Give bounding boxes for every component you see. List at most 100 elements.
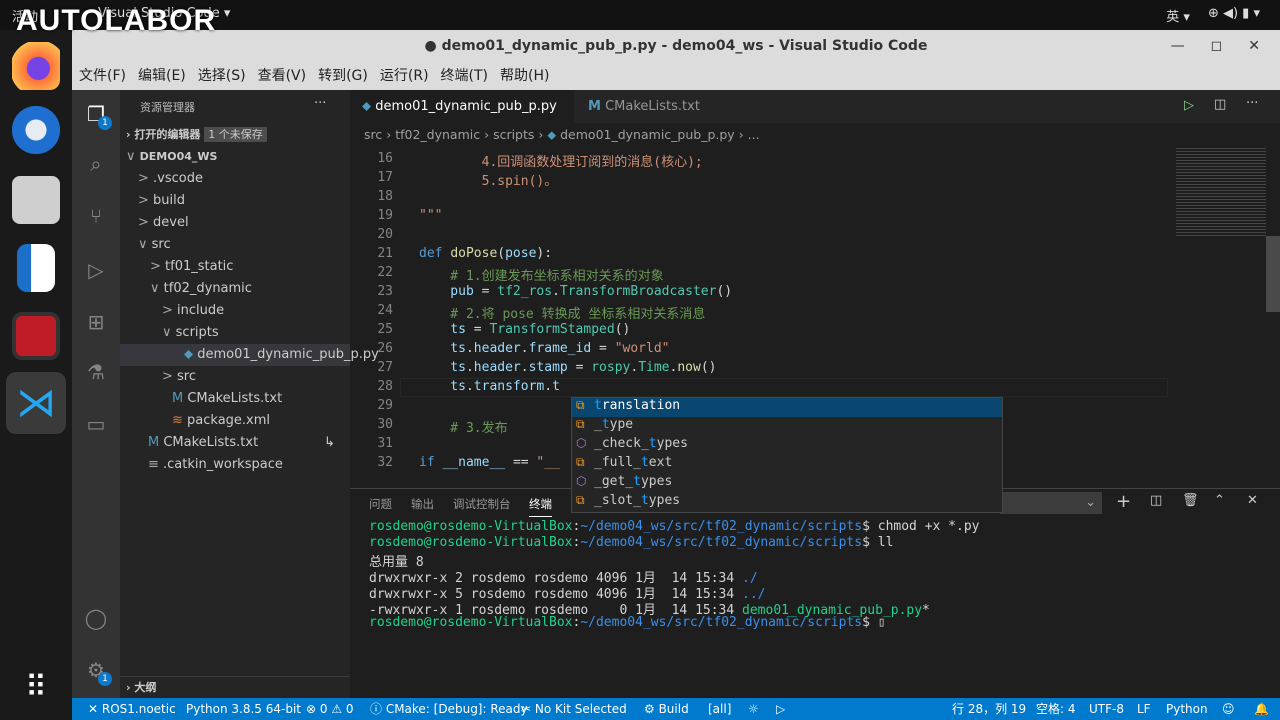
split-editor-button[interactable]: ◫ (1214, 97, 1226, 112)
debug-icon[interactable]: ☼ (748, 698, 759, 720)
indentation[interactable]: 空格: 4 (1036, 698, 1076, 720)
tree-item[interactable]: M CMakeLists.txt (120, 388, 350, 410)
maximize-panel-icon[interactable]: ⌃ (1214, 493, 1225, 508)
writer-icon[interactable] (17, 244, 55, 292)
close-window-button[interactable]: ✕ (1248, 30, 1260, 62)
menu-help[interactable]: 帮助(H) (500, 62, 549, 90)
line-ending[interactable]: LF (1137, 698, 1151, 720)
code-line[interactable]: 4.回调函数处理订阅到的消息(核心); (419, 151, 703, 170)
system-tray[interactable]: 英 ▾ ⊕ ◀) ▮ ▾ (1166, 6, 1260, 25)
minimize-button[interactable]: — (1171, 30, 1185, 62)
problems-count[interactable]: ⊗ 0 ⚠ 0 (306, 698, 354, 720)
code-line[interactable]: ts = TransformStamped() (419, 322, 630, 337)
python-interpreter[interactable]: Python 3.8.5 64-bit (186, 698, 301, 720)
tray-icons[interactable]: ⊕ ◀) ▮ ▾ (1208, 6, 1260, 25)
menu-file[interactable]: 文件(F) (79, 62, 126, 90)
tree-item[interactable]: ∨ src (120, 234, 350, 256)
notifications-icon[interactable]: 🔔 (1254, 698, 1269, 720)
menu-selection[interactable]: 选择(S) (198, 62, 246, 90)
suggestion-item[interactable]: ⧉ translation (572, 398, 1002, 417)
tab-debug-console[interactable]: 调试控制台 (453, 496, 511, 512)
tree-item[interactable]: > .vscode (120, 168, 350, 190)
build-target[interactable]: [all] (708, 698, 731, 720)
new-terminal-icon[interactable]: + (1116, 491, 1131, 512)
tab-cmakelists[interactable]: M CMakeLists.txt (576, 90, 712, 123)
tab-output[interactable]: 输出 (411, 496, 434, 512)
code-line[interactable]: pub = tf2_ros.TransformBroadcaster() (419, 284, 732, 299)
tree-item[interactable]: > build (120, 190, 350, 212)
tree-item[interactable]: ∨ scripts (120, 322, 350, 344)
launch-icon[interactable]: ▷ (776, 698, 785, 720)
cmake-kit[interactable]: ✂ No Kit Selected (521, 698, 627, 720)
code-line[interactable]: # 1.创建发布坐标系相对关系的对象 (419, 265, 663, 284)
terminal-select-dropdown[interactable]: ⌄ (1000, 492, 1102, 514)
menu-go[interactable]: 转到(G) (318, 62, 368, 90)
outline-section[interactable]: › 大纲 (120, 676, 350, 698)
vscode-icon[interactable]: ⋊ (6, 372, 66, 434)
maximize-button[interactable]: ◻ (1211, 30, 1223, 62)
terminal-app-icon[interactable] (12, 312, 60, 360)
open-editors-section[interactable]: › 打开的编辑器 1 个未保存 (120, 124, 350, 146)
tree-item[interactable]: ≡ .catkin_workspace (120, 454, 350, 476)
run-debug-icon[interactable]: ▷ (84, 258, 108, 282)
suggestion-item[interactable]: ⧉ _full_text (572, 455, 1002, 474)
code-line[interactable]: ts.header.frame_id = "world" (419, 341, 669, 356)
remote-indicator[interactable]: ✕ ROS1.noetic (88, 698, 176, 720)
search-icon[interactable]: ⌕ (84, 152, 108, 176)
files-icon[interactable] (12, 176, 60, 224)
tree-item[interactable]: > src (120, 366, 350, 388)
testing-icon[interactable]: ⚗ (84, 360, 108, 384)
tab-terminal[interactable]: 终端 (529, 496, 552, 517)
source-control-icon[interactable]: ⑂ (84, 204, 108, 228)
feedback-icon[interactable]: ☺ (1222, 698, 1235, 720)
tree-item[interactable]: > include (120, 300, 350, 322)
tree-item[interactable]: > devel (120, 212, 350, 234)
suggestion-item[interactable]: ⧉ _type (572, 417, 1002, 436)
cursor-position[interactable]: 行 28，列 19 (952, 698, 1026, 720)
code-line[interactable]: 5.spin()。 (419, 170, 558, 189)
tree-item[interactable]: ∨ DEMO04_WS (120, 146, 350, 168)
extensions-icon[interactable]: ⊞ (84, 310, 108, 334)
code-line[interactable]: """ (419, 208, 442, 223)
tree-item[interactable]: ⬥ demo01_dynamic_pub_p.py (120, 344, 379, 366)
close-panel-icon[interactable]: ✕ (1247, 493, 1258, 508)
minimap[interactable] (1176, 146, 1266, 236)
trash-icon[interactable]: 🗑 (1182, 493, 1199, 508)
tab-demo01-py[interactable]: ⬥ demo01_dynamic_pub_p.py ● (350, 90, 574, 147)
code-line[interactable]: # 2.将 pose 转换成 坐标系相对关系消息 (419, 303, 705, 322)
split-terminal-icon[interactable]: ◫ (1150, 493, 1162, 508)
breadcrumb-item[interactable]: demo01_dynamic_pub_p.py (560, 127, 735, 142)
breadcrumb-item[interactable]: scripts (493, 127, 534, 142)
breadcrumb-item[interactable]: tf02_dynamic (395, 127, 480, 142)
show-apps-icon[interactable]: ⠿ (12, 664, 60, 712)
breadcrumb-item[interactable]: src (364, 127, 382, 142)
code-line[interactable]: if __name__ == "__ (419, 455, 560, 470)
tree-item[interactable]: M CMakeLists.txt ↳ (120, 432, 350, 454)
encoding[interactable]: UTF-8 (1089, 698, 1124, 720)
menu-view[interactable]: 查看(V) (258, 62, 307, 90)
run-python-button[interactable]: ▷ (1184, 98, 1194, 113)
code-line[interactable]: def doPose(pose): (419, 246, 552, 261)
breadcrumb-item[interactable]: ... (748, 127, 760, 142)
menu-run[interactable]: 运行(R) (380, 62, 429, 90)
account-icon[interactable]: ◯ (84, 606, 108, 630)
thunderbird-icon[interactable] (12, 106, 60, 154)
cmake-status[interactable]: ⓘ CMake: [Debug]: Ready (370, 698, 528, 720)
menu-edit[interactable]: 编辑(E) (138, 62, 186, 90)
tree-item[interactable]: > tf01_static (120, 256, 350, 278)
remote-explorer-icon[interactable]: ▭ (84, 412, 108, 436)
editor-scrollbar[interactable] (1266, 236, 1280, 312)
suggestion-item[interactable]: ⧉ _slot_types (572, 493, 1002, 512)
code-line[interactable]: ts.header.stamp = rospy.Time.now() (419, 360, 716, 375)
editor-more-button[interactable]: ··· (1246, 96, 1258, 111)
tab-problems[interactable]: 问题 (369, 496, 392, 512)
firefox-icon[interactable] (12, 42, 60, 90)
menu-terminal[interactable]: 终端(T) (441, 62, 488, 90)
suggestion-item[interactable]: ⬡ _check_types (572, 436, 1002, 455)
ime-indicator[interactable]: 英 ▾ (1166, 6, 1190, 25)
tree-item[interactable]: ≋ package.xml (120, 410, 350, 432)
suggestion-item[interactable]: ⬡ _get_types (572, 474, 1002, 493)
tree-item[interactable]: ∨ tf02_dynamic (120, 278, 350, 300)
cmake-build-button[interactable]: ⚙ Build (644, 698, 689, 720)
code-line[interactable]: # 3.发布 (419, 417, 507, 436)
